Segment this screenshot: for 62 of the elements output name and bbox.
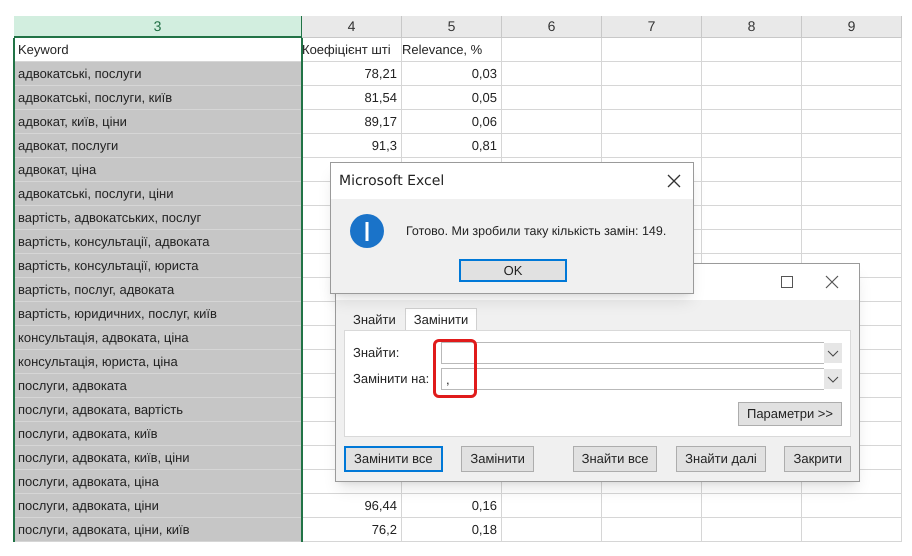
- column-header[interactable]: 7: [602, 16, 702, 38]
- table-cell: 0,03: [402, 62, 502, 86]
- dialog-button[interactable]: Знайти далі: [676, 446, 766, 472]
- table-cell: 0,81: [402, 134, 502, 158]
- dropdown-icon[interactable]: [824, 343, 842, 363]
- table-cell: послуги, адвоката, вартість: [14, 398, 302, 422]
- table-cell: Коефіцієнт шті: [302, 38, 402, 62]
- table-cell: адвокатські, послуги, київ: [14, 86, 302, 110]
- table-cell: 81,54: [302, 86, 402, 110]
- input-field[interactable]: ,: [441, 368, 824, 390]
- table-cell: адвокатські, послуги, ціни: [14, 182, 302, 206]
- dialog-title: Microsoft Excel: [339, 172, 444, 190]
- dropdown-icon[interactable]: [824, 369, 842, 389]
- table-cell: 91,3: [302, 134, 402, 158]
- table-cell: вартість, адвокатських, послуг: [14, 206, 302, 230]
- table-cell: адвокат, послуги: [14, 134, 302, 158]
- close-icon[interactable]: [825, 275, 839, 289]
- table-cell: 96,44: [302, 494, 402, 518]
- highlight-frame: [433, 339, 477, 398]
- table-cell: 89,17: [302, 110, 402, 134]
- options-button[interactable]: Параметри >>: [738, 402, 842, 426]
- table-cell: послуги, адвоката, ціна: [14, 470, 302, 494]
- table-cell: 76,2: [302, 518, 402, 542]
- table-cell: 0,18: [402, 518, 502, 542]
- column-header[interactable]: 6: [502, 16, 602, 38]
- dialog-button[interactable]: Замінити: [461, 446, 534, 472]
- dialog-button[interactable]: Знайти все: [572, 446, 658, 472]
- table-cell: консультація, юриста, ціна: [14, 350, 302, 374]
- table-cell: 78,21: [302, 62, 402, 86]
- table-cell: адвокатські, послуги: [14, 62, 302, 86]
- table-cell: адвокат, ціна: [14, 158, 302, 182]
- dialog-button[interactable]: Замінити все: [344, 446, 443, 472]
- maximize-icon[interactable]: [781, 276, 793, 288]
- info-icon: [350, 214, 384, 248]
- table-cell: послуги, адвоката: [14, 374, 302, 398]
- column-header[interactable]: 9: [802, 16, 902, 38]
- table-cell: вартість, консультації, юриста: [14, 254, 302, 278]
- table-cell: адвокат, київ, ціни: [14, 110, 302, 134]
- table-cell: вартість, юридичних, послуг, київ: [14, 302, 302, 326]
- close-icon[interactable]: [667, 174, 681, 188]
- field-label: Знайти:: [353, 344, 400, 362]
- table-cell: консультація, адвоката, ціна: [14, 326, 302, 350]
- column-header[interactable]: 8: [702, 16, 802, 38]
- ok-button[interactable]: OK: [459, 259, 567, 282]
- column-header[interactable]: 4: [302, 16, 402, 38]
- table-cell: послуги, адвоката, ціни, київ: [14, 518, 302, 542]
- message-text: Готово. Ми зробили таку кількість замін: 149.: [406, 222, 666, 240]
- field-label: Замінити на:: [353, 370, 430, 388]
- dialog-tab[interactable]: Замінити: [404, 308, 478, 330]
- dialog-button[interactable]: Закрити: [784, 446, 851, 472]
- table-cell: Relevance, %: [402, 38, 502, 62]
- table-cell: послуги, адвоката, ціни: [14, 494, 302, 518]
- table-cell: вартість, консультації, адвоката: [14, 230, 302, 254]
- table-cell: послуги, адвоката, київ: [14, 422, 302, 446]
- table-cell: вартість, послуг, адвоката: [14, 278, 302, 302]
- table-cell: 0,16: [402, 494, 502, 518]
- input-field[interactable]: [441, 342, 824, 364]
- column-header[interactable]: 3: [14, 16, 302, 38]
- table-cell: 0,06: [402, 110, 502, 134]
- table-cell: послуги, адвоката, київ, ціни: [14, 446, 302, 470]
- table-cell: 0,05: [402, 86, 502, 110]
- column-header[interactable]: 5: [402, 16, 502, 38]
